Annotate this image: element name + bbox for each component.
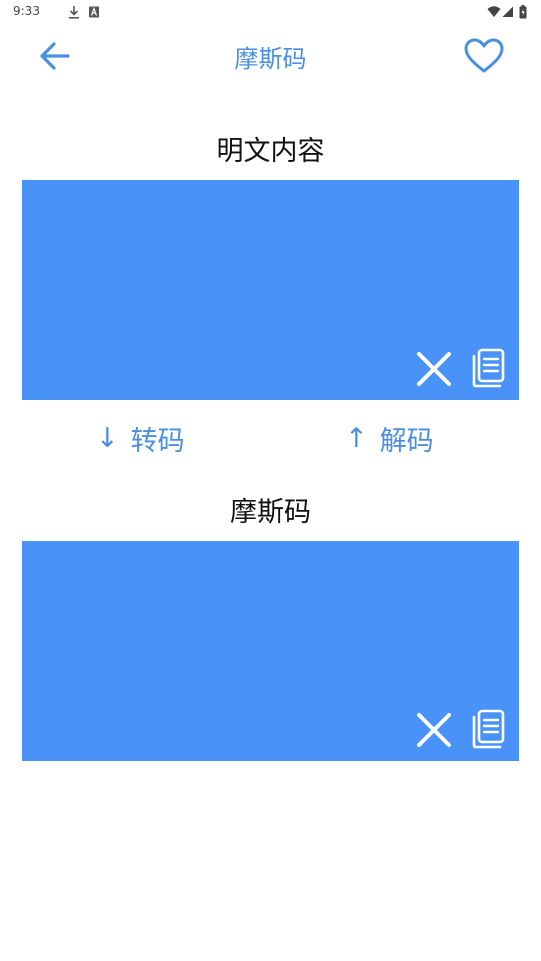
copy-icon xyxy=(471,709,507,753)
decode-button[interactable]: ↑ 解码 xyxy=(345,416,434,460)
plain-text-box xyxy=(22,180,519,400)
heart-icon xyxy=(460,38,508,80)
a-box-icon xyxy=(88,4,100,23)
wifi-icon xyxy=(487,4,501,23)
morse-text-box xyxy=(22,541,519,761)
close-icon xyxy=(415,713,453,753)
copy-icon xyxy=(471,348,507,392)
signal-icon xyxy=(502,4,514,23)
status-bar: 9:33 xyxy=(0,0,541,24)
encode-button[interactable]: ↓ 转码 xyxy=(96,416,185,460)
plain-copy-button[interactable] xyxy=(471,348,507,388)
arrow-down-icon: ↓ xyxy=(96,422,119,454)
morse-clear-button[interactable] xyxy=(415,711,453,749)
plain-text-label: 明文内容 xyxy=(216,136,325,167)
status-time: 9:33 xyxy=(13,4,40,18)
app-bar: 摩斯码 xyxy=(0,24,541,88)
morse-copy-button[interactable] xyxy=(471,709,507,749)
favorite-button[interactable] xyxy=(460,36,508,76)
battery-icon xyxy=(519,4,527,23)
encode-label: 转码 xyxy=(130,425,185,457)
close-icon xyxy=(415,352,453,392)
arrow-up-icon: ↑ xyxy=(345,422,368,454)
plain-clear-button[interactable] xyxy=(415,350,453,388)
decode-label: 解码 xyxy=(379,425,434,457)
morse-label: 摩斯码 xyxy=(230,497,311,528)
download-icon xyxy=(68,4,80,23)
